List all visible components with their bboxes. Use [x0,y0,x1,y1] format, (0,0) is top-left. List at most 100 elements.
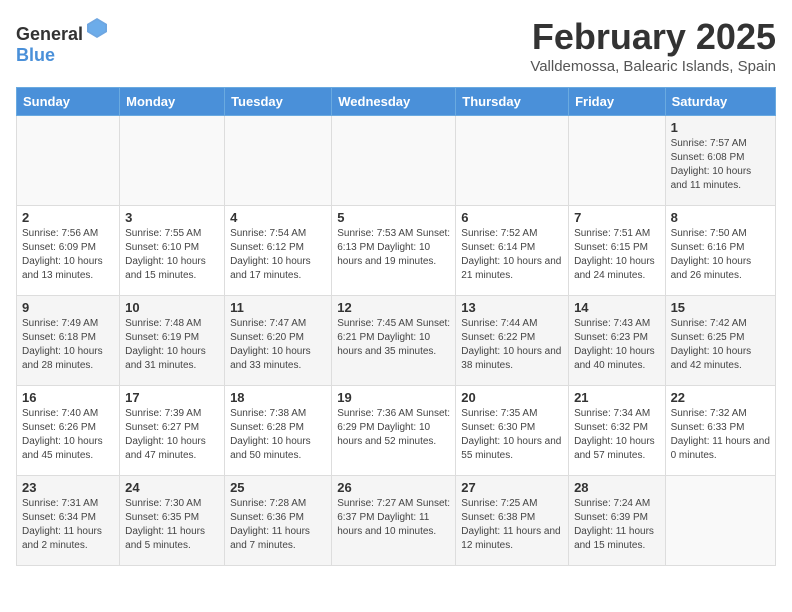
calendar-cell: 16 Sunrise: 7:40 AM Sunset: 6:26 PM Dayli… [17,386,120,476]
calendar-cell: 8Sunrise: 7:50 AM Sunset: 6:16 PM Daylig… [665,206,775,296]
calendar-cell: 22Sunrise: 7:32 AM Sunset: 6:33 PM Dayli… [665,386,775,476]
calendar-cell [456,116,569,206]
day-info: Sunrise: 7:35 AM Sunset: 6:30 PM Dayligh… [461,407,563,463]
calendar-week-row: 16 Sunrise: 7:40 AM Sunset: 6:26 PM Dayli… [17,386,776,476]
day-number: 26 [337,480,450,495]
day-number: 22 [671,390,770,405]
calendar-cell: 18Sunrise: 7:38 AM Sunset: 6:28 PM Dayli… [225,386,332,476]
day-number: 9 [22,300,114,315]
calendar-cell [120,116,225,206]
day-number: 19 [337,390,450,405]
calendar-cell: 24 Sunrise: 7:30 AM Sunset: 6:35 PM Dayli… [120,476,225,566]
weekday-header-row: SundayMondayTuesdayWednesdayThursdayFrid… [17,88,776,116]
day-number: 15 [671,300,770,315]
calendar-cell: 6 Sunrise: 7:52 AM Sunset: 6:14 PM Daylig… [456,206,569,296]
weekday-header-tuesday: Tuesday [225,88,332,116]
location-subtitle: Valldemossa, Balearic Islands, Spain [530,58,776,75]
logo: General Blue [16,16,109,66]
day-info: Sunrise: 7:27 AM Sunset: 6:37 PM Dayligh… [337,497,450,539]
day-number: 24 [125,480,219,495]
calendar-cell: 4 Sunrise: 7:54 AM Sunset: 6:12 PM Daylig… [225,206,332,296]
weekday-header-wednesday: Wednesday [332,88,456,116]
day-info: Sunrise: 7:40 AM Sunset: 6:26 PM Dayligh… [22,407,114,463]
day-info: Sunrise: 7:42 AM Sunset: 6:25 PM Dayligh… [671,317,770,373]
day-number: 5 [337,210,450,225]
title-section: February 2025 Valldemossa, Balearic Isla… [530,16,776,75]
calendar-cell: 20 Sunrise: 7:35 AM Sunset: 6:30 PM Dayli… [456,386,569,476]
day-info: Sunrise: 7:52 AM Sunset: 6:14 PM Dayligh… [461,227,563,283]
calendar-cell: 11Sunrise: 7:47 AM Sunset: 6:20 PM Dayli… [225,296,332,386]
calendar-cell: 23 Sunrise: 7:31 AM Sunset: 6:34 PM Dayli… [17,476,120,566]
day-info: Sunrise: 7:31 AM Sunset: 6:34 PM Dayligh… [22,497,114,553]
day-info: Sunrise: 7:44 AM Sunset: 6:22 PM Dayligh… [461,317,563,373]
day-info: Sunrise: 7:51 AM Sunset: 6:15 PM Dayligh… [574,227,660,283]
calendar-cell: 27 Sunrise: 7:25 AM Sunset: 6:38 PM Dayli… [456,476,569,566]
day-number: 20 [461,390,563,405]
day-info: Sunrise: 7:56 AM Sunset: 6:09 PM Dayligh… [22,227,114,283]
day-info: Sunrise: 7:25 AM Sunset: 6:38 PM Dayligh… [461,497,563,553]
day-info: Sunrise: 7:55 AM Sunset: 6:10 PM Dayligh… [125,227,219,283]
day-info: Sunrise: 7:54 AM Sunset: 6:12 PM Dayligh… [230,227,326,283]
weekday-header-thursday: Thursday [456,88,569,116]
day-info: Sunrise: 7:30 AM Sunset: 6:35 PM Dayligh… [125,497,219,553]
day-info: Sunrise: 7:34 AM Sunset: 6:32 PM Dayligh… [574,407,660,463]
calendar-cell [332,116,456,206]
weekday-header-friday: Friday [569,88,666,116]
calendar-cell: 21 Sunrise: 7:34 AM Sunset: 6:32 PM Dayli… [569,386,666,476]
calendar-cell: 25 Sunrise: 7:28 AM Sunset: 6:36 PM Dayli… [225,476,332,566]
calendar-cell: 19 Sunrise: 7:36 AM Sunset: 6:29 PM Dayli… [332,386,456,476]
calendar-cell [665,476,775,566]
calendar-cell: 5 Sunrise: 7:53 AM Sunset: 6:13 PM Daylig… [332,206,456,296]
day-info: Sunrise: 7:39 AM Sunset: 6:27 PM Dayligh… [125,407,219,463]
calendar-cell: 28Sunrise: 7:24 AM Sunset: 6:39 PM Dayli… [569,476,666,566]
day-number: 18 [230,390,326,405]
calendar-cell [17,116,120,206]
day-number: 25 [230,480,326,495]
day-number: 14 [574,300,660,315]
day-number: 1 [671,120,770,135]
day-number: 23 [22,480,114,495]
day-number: 27 [461,480,563,495]
logo-icon [85,16,109,40]
calendar-week-row: 23 Sunrise: 7:31 AM Sunset: 6:34 PM Dayli… [17,476,776,566]
day-info: Sunrise: 7:57 AM Sunset: 6:08 PM Dayligh… [671,137,770,193]
day-number: 11 [230,300,326,315]
calendar-cell: 26 Sunrise: 7:27 AM Sunset: 6:37 PM Dayli… [332,476,456,566]
calendar-week-row: 9 Sunrise: 7:49 AM Sunset: 6:18 PM Daylig… [17,296,776,386]
logo-general: General [16,24,83,44]
calendar-cell: 15 Sunrise: 7:42 AM Sunset: 6:25 PM Dayli… [665,296,775,386]
day-info: Sunrise: 7:48 AM Sunset: 6:19 PM Dayligh… [125,317,219,373]
calendar-cell: 13Sunrise: 7:44 AM Sunset: 6:22 PM Dayli… [456,296,569,386]
calendar-cell: 12Sunrise: 7:45 AM Sunset: 6:21 PM Dayli… [332,296,456,386]
calendar-cell [569,116,666,206]
calendar-cell: 7Sunrise: 7:51 AM Sunset: 6:15 PM Daylig… [569,206,666,296]
calendar-cell: 3 Sunrise: 7:55 AM Sunset: 6:10 PM Daylig… [120,206,225,296]
weekday-header-sunday: Sunday [17,88,120,116]
header: General Blue February 2025 Valldemossa, … [16,16,776,75]
day-info: Sunrise: 7:36 AM Sunset: 6:29 PM Dayligh… [337,407,450,449]
day-number: 17 [125,390,219,405]
day-number: 3 [125,210,219,225]
day-info: Sunrise: 7:53 AM Sunset: 6:13 PM Dayligh… [337,227,450,269]
day-number: 10 [125,300,219,315]
calendar-cell: 17 Sunrise: 7:39 AM Sunset: 6:27 PM Dayli… [120,386,225,476]
day-info: Sunrise: 7:28 AM Sunset: 6:36 PM Dayligh… [230,497,326,553]
day-number: 8 [671,210,770,225]
weekday-header-monday: Monday [120,88,225,116]
logo-blue: Blue [16,45,55,65]
day-number: 21 [574,390,660,405]
day-info: Sunrise: 7:43 AM Sunset: 6:23 PM Dayligh… [574,317,660,373]
day-number: 2 [22,210,114,225]
day-number: 12 [337,300,450,315]
calendar-cell: 10 Sunrise: 7:48 AM Sunset: 6:19 PM Dayli… [120,296,225,386]
day-number: 4 [230,210,326,225]
day-info: Sunrise: 7:49 AM Sunset: 6:18 PM Dayligh… [22,317,114,373]
month-year-title: February 2025 [530,16,776,58]
calendar-cell: 1 Sunrise: 7:57 AM Sunset: 6:08 PM Daylig… [665,116,775,206]
calendar-cell: 9 Sunrise: 7:49 AM Sunset: 6:18 PM Daylig… [17,296,120,386]
day-number: 6 [461,210,563,225]
weekday-header-saturday: Saturday [665,88,775,116]
calendar-cell: 2 Sunrise: 7:56 AM Sunset: 6:09 PM Daylig… [17,206,120,296]
day-number: 16 [22,390,114,405]
calendar-cell: 14 Sunrise: 7:43 AM Sunset: 6:23 PM Dayli… [569,296,666,386]
